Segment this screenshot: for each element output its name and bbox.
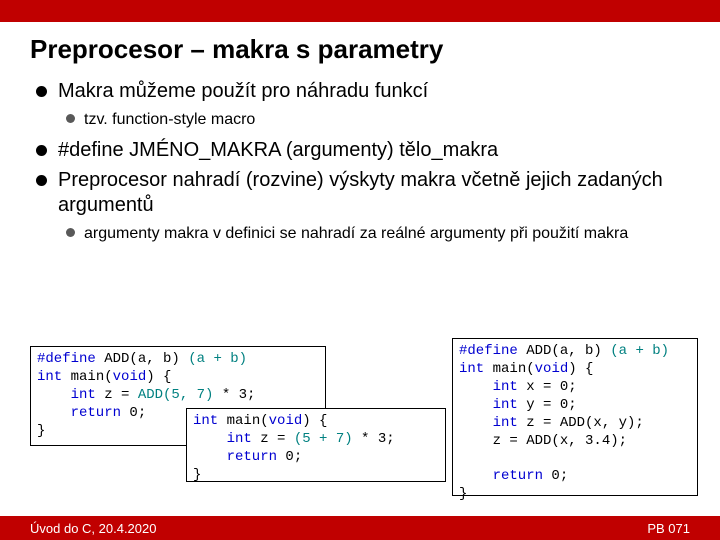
bullet-3-text: Preprocesor nahradí (rozvine) výskyty ma… — [58, 169, 663, 217]
code-token: ADD(5, 7) — [138, 387, 214, 403]
code-token: ADD(a, b) — [96, 351, 188, 367]
slide-body: Preprocesor – makra s parametry Makra mů… — [0, 22, 720, 540]
code-box-expanded: int main(void) { int z = (5 + 7) * 3; re… — [186, 408, 446, 482]
bullet-1-text: Makra můžeme použít pro náhradu funkcí — [58, 80, 428, 102]
code-token: int — [37, 387, 96, 403]
code-token: void — [113, 369, 147, 385]
code-token: 0; — [277, 449, 302, 465]
code-token: int — [459, 361, 484, 377]
code-token: #define — [459, 343, 518, 359]
code-token: int — [193, 413, 218, 429]
slide-title: Preprocesor – makra s parametry — [30, 34, 690, 65]
code-token: return — [459, 468, 543, 484]
code-token: ) { — [302, 413, 327, 429]
code-token: int — [459, 379, 518, 395]
code-token: 0; — [121, 405, 146, 421]
code-token: main( — [484, 361, 534, 377]
code-token: z = ADD(x, 3.4); — [459, 433, 627, 449]
code-token: ) { — [568, 361, 593, 377]
code-token: } — [459, 486, 467, 502]
footer-right: PB 071 — [647, 521, 690, 536]
code-token: z = — [96, 387, 138, 403]
code-token: z = ADD(x, y); — [518, 415, 644, 431]
code-token: * 3; — [213, 387, 255, 403]
code-token: (5 + 7) — [294, 431, 353, 447]
code-token: z = — [252, 431, 294, 447]
code-token: int — [459, 397, 518, 413]
code-token: main( — [218, 413, 268, 429]
code-token — [459, 450, 467, 466]
bullet-3: Preprocesor nahradí (rozvine) výskyty ma… — [36, 168, 690, 245]
code-token: y = 0; — [518, 397, 577, 413]
code-token: void — [535, 361, 569, 377]
bullet-list: Makra můžeme použít pro náhradu funkcí t… — [30, 79, 690, 245]
code-token: return — [37, 405, 121, 421]
code-token: ) { — [146, 369, 171, 385]
bullet-1: Makra můžeme použít pro náhradu funkcí t… — [36, 79, 690, 130]
footer-left: Úvod do C, 20.4.2020 — [30, 521, 156, 536]
accent-bar — [0, 0, 720, 22]
code-token: void — [269, 413, 303, 429]
code-token: ADD(a, b) — [518, 343, 610, 359]
bullet-1-sub-1: tzv. function-style macro — [66, 109, 690, 131]
footer-bar: Úvod do C, 20.4.2020 PB 071 — [0, 516, 720, 540]
code-token: } — [193, 467, 201, 483]
code-token: (a + b) — [610, 343, 669, 359]
code-token: int — [193, 431, 252, 447]
code-token: } — [37, 423, 45, 439]
code-token: int — [37, 369, 62, 385]
code-box-example: #define ADD(a, b) (a + b) int main(void)… — [452, 338, 698, 496]
bullet-3-sub-1: argumenty makra v definici se nahradí za… — [66, 223, 690, 245]
bullet-2: #define JMÉNO_MAKRA (argumenty) tělo_mak… — [36, 138, 690, 164]
code-token: * 3; — [353, 431, 395, 447]
code-token: main( — [62, 369, 112, 385]
code-token: #define — [37, 351, 96, 367]
code-token: 0; — [543, 468, 568, 484]
code-token: (a + b) — [188, 351, 247, 367]
code-token: return — [193, 449, 277, 465]
code-token: int — [459, 415, 518, 431]
code-token: x = 0; — [518, 379, 577, 395]
